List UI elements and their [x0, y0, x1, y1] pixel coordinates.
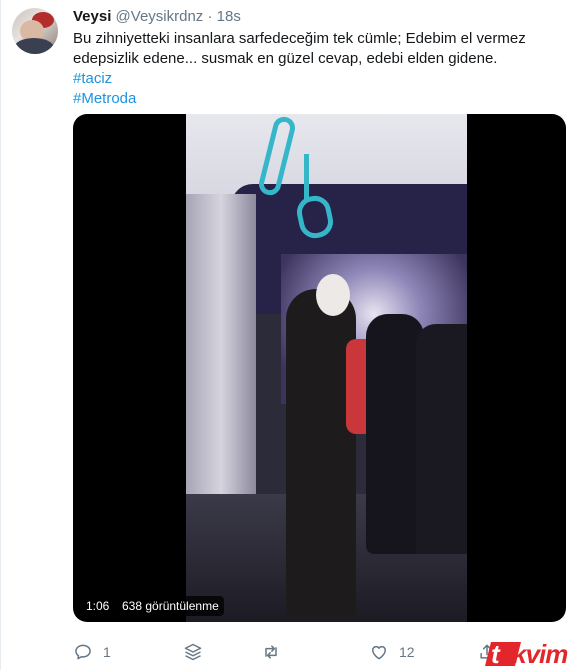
- layers-icon: [184, 643, 202, 661]
- author-handle[interactable]: @Veysikrdnz: [116, 8, 204, 25]
- hashtag-link[interactable]: #taciz: [73, 69, 543, 89]
- person-in-robe: [286, 289, 356, 619]
- avatar-shirt: [14, 38, 54, 54]
- passenger: [416, 324, 467, 554]
- reply-count: 1: [103, 644, 111, 660]
- tweet-header: Veysi @Veysikrdnz · 18s: [73, 8, 241, 26]
- tweet-time[interactable]: 18s: [217, 8, 241, 25]
- retweet-button[interactable]: [261, 641, 291, 663]
- collection-button[interactable]: [183, 641, 203, 663]
- reply-icon: [75, 644, 91, 660]
- tweet[interactable]: Veysi @Veysikrdnz · 18s Bu zihniyetteki …: [0, 0, 588, 670]
- retweet-icon: [265, 645, 277, 659]
- handle-strap: [304, 154, 309, 199]
- like-button[interactable]: 12: [369, 641, 415, 663]
- video-view-count: 638 görüntülenme: [117, 596, 224, 616]
- like-count: 12: [399, 644, 415, 660]
- watermark-logo-text: takvim: [491, 639, 568, 669]
- takvim-watermark: takvim: [485, 636, 588, 669]
- tweet-text: Bu zihniyetteki insanlara sarfedeceğim t…: [73, 29, 543, 109]
- hashtag-link[interactable]: #Metroda: [73, 89, 543, 109]
- avatar[interactable]: [12, 8, 58, 54]
- ceiling: [186, 114, 467, 194]
- video-player[interactable]: 1:06 638 görüntülenme: [73, 114, 566, 622]
- separator-dot: ·: [207, 8, 213, 25]
- tweet-text-line: edepsizlik edene... susmak en güzel ceva…: [73, 50, 498, 67]
- tweet-text-line: Bu zihniyetteki insanlara sarfedeceğim t…: [73, 30, 526, 47]
- heart-icon: [372, 645, 386, 660]
- author-name[interactable]: Veysi: [73, 8, 111, 25]
- person-head: [316, 274, 350, 316]
- video-frame: [186, 114, 467, 622]
- video-duration: 1:06: [81, 596, 115, 616]
- reply-button[interactable]: 1: [73, 641, 111, 663]
